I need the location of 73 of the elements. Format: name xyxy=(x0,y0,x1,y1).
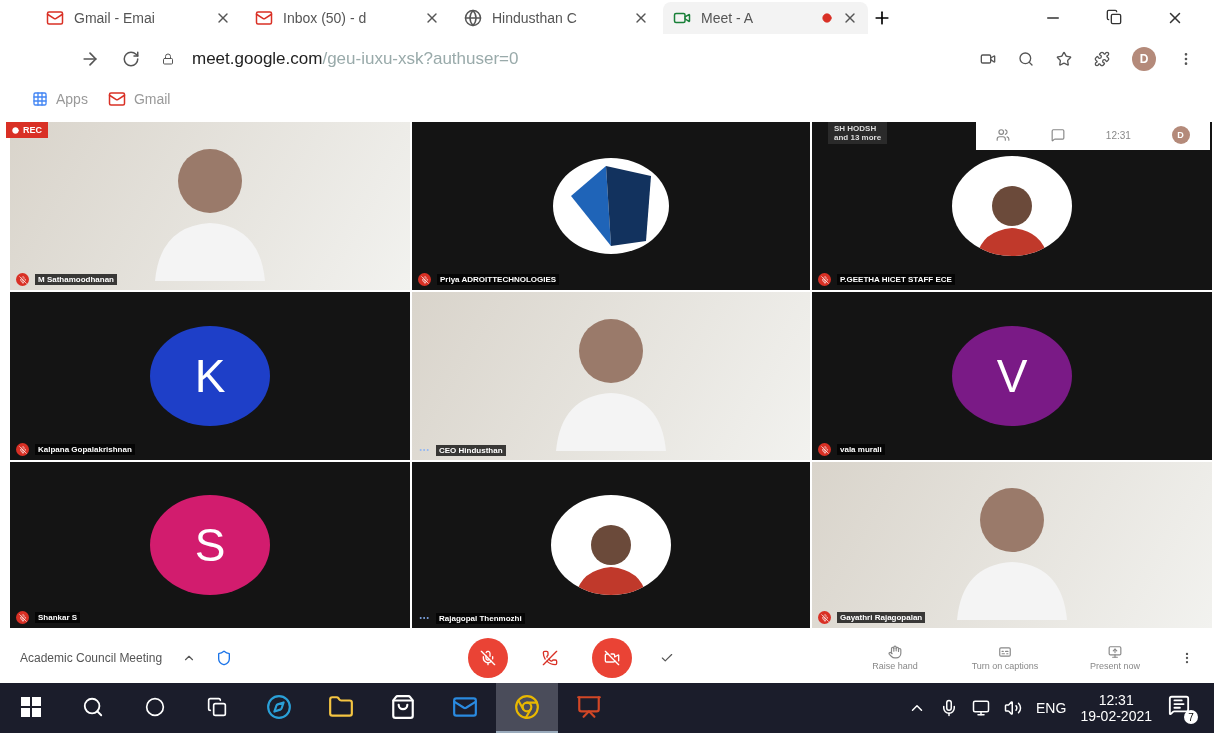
bookmark-label: Gmail xyxy=(133,91,171,107)
camera-button[interactable] xyxy=(592,638,633,678)
avatar-letter: V xyxy=(996,349,1028,403)
folder-icon xyxy=(328,694,354,720)
url-path: /geu-iuxu-xsk?authuser=0 xyxy=(322,49,519,68)
meeting-time: 12:31 xyxy=(1105,129,1131,141)
mail-icon xyxy=(107,90,126,108)
address-field[interactable]: meet.google.com/geu-iuxu-xsk?authuser=0 xyxy=(162,49,958,69)
notifications-button[interactable]: 7 xyxy=(1166,692,1198,724)
tab-title: Meet - A xyxy=(701,10,755,26)
restore-icon[interactable] xyxy=(1106,9,1122,25)
puzzle-icon[interactable] xyxy=(1094,51,1110,67)
participant-name: CEO Hindusthan xyxy=(436,444,506,456)
lock-icon xyxy=(162,53,174,65)
star-icon[interactable] xyxy=(1056,51,1072,67)
mail-icon xyxy=(452,694,478,720)
chrome-icon xyxy=(514,694,540,720)
present-icon xyxy=(1108,645,1122,659)
presenter-info: SH HODSH and 13 more xyxy=(828,122,888,144)
browser-tab[interactable]: Gmail - Emai xyxy=(36,2,241,34)
meeting-title: Academic Council Meeting xyxy=(20,651,163,665)
phone-icon xyxy=(542,650,559,666)
url-host: meet.google.com xyxy=(192,49,323,68)
logo-icon xyxy=(551,156,671,256)
captions-icon xyxy=(998,645,1012,659)
volume-icon[interactable] xyxy=(1004,699,1023,717)
browser-tab[interactable]: Meet - A xyxy=(663,2,868,34)
meeting-action-button[interactable]: Turn on captions xyxy=(960,644,1050,672)
language-indicator[interactable]: ENG xyxy=(1036,700,1067,716)
participant-name: Priya ADROITTECHNOLOGIES xyxy=(437,274,560,285)
tab-title: Gmail - Emai xyxy=(74,10,156,26)
participant-name: Rajagopal Thenmozhi xyxy=(436,612,525,624)
recording-badge: REC xyxy=(6,122,48,138)
reload-icon[interactable] xyxy=(122,50,140,68)
taskbar-clock[interactable]: 12:31 19-02-2021 xyxy=(1080,692,1152,724)
circle-icon xyxy=(145,697,165,717)
tab-title: Inbox (50) - d xyxy=(283,10,368,26)
tab-title: Hindusthan C xyxy=(492,10,578,26)
mail-icon xyxy=(46,9,64,27)
camera-off-icon xyxy=(604,650,621,666)
search-icon[interactable] xyxy=(1018,51,1034,67)
meeting-action-button[interactable]: Present now xyxy=(1070,644,1160,672)
notification-icon xyxy=(1168,694,1190,716)
browser-tab[interactable]: Hindusthan C xyxy=(454,2,659,34)
network-icon[interactable] xyxy=(972,699,991,717)
mail-icon xyxy=(255,9,273,27)
browser-tab[interactable]: Inbox (50) - d xyxy=(245,2,450,34)
meeting-action-button[interactable]: Raise hand xyxy=(850,644,940,672)
bookmark-label: Apps xyxy=(56,91,88,107)
participant-name: M Sathamoodhanan xyxy=(35,274,117,285)
presentation-icon xyxy=(576,694,602,720)
avatar-letter: K xyxy=(194,349,226,403)
microphone-button[interactable] xyxy=(468,638,509,678)
participant-name: Gayathri Rajagopalan xyxy=(837,612,926,623)
shopping-bag-icon xyxy=(390,694,416,720)
video-camera-icon[interactable] xyxy=(980,51,996,67)
people-icon[interactable] xyxy=(996,128,1011,142)
shield-icon[interactable] xyxy=(216,650,233,666)
chat-icon[interactable] xyxy=(1051,128,1066,142)
search-icon xyxy=(82,696,104,718)
participant-name: P.GEETHA HICET STAFF ECE xyxy=(837,274,955,285)
participant-name: Kalpana Gopalakrishnan xyxy=(35,444,135,455)
apps-grid-icon xyxy=(32,91,48,107)
mic-off-icon xyxy=(480,650,497,666)
participant-name: Shankar S xyxy=(35,612,81,623)
hand-icon xyxy=(888,645,902,659)
windows-logo-icon xyxy=(21,697,41,717)
task-view-icon xyxy=(207,697,227,717)
compass-icon xyxy=(266,694,292,720)
avatar-letter: S xyxy=(194,518,226,572)
check-icon[interactable] xyxy=(660,651,675,665)
participant-name: vala murali xyxy=(837,444,885,455)
globe-icon xyxy=(464,9,482,27)
